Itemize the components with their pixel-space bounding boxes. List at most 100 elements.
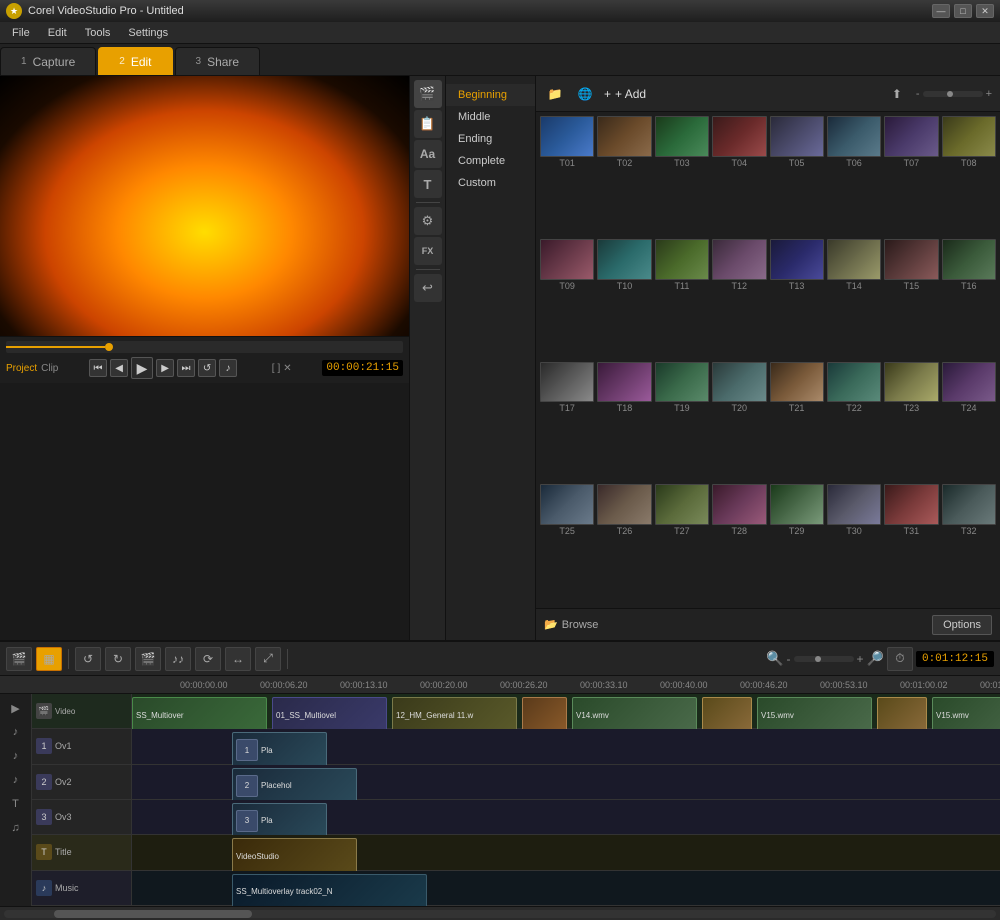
clip-audio-ss[interactable]: SS_Multioverlay track02_N	[232, 874, 427, 906]
scroll-thumb[interactable]	[54, 910, 252, 918]
track-icon-5[interactable]: T	[6, 794, 26, 814]
clip-orange2[interactable]	[702, 697, 752, 733]
thumbnail-t22[interactable]: T22	[827, 362, 881, 482]
nav-beginning[interactable]: Beginning	[446, 84, 535, 106]
tl-time-icon[interactable]: ⏱	[887, 647, 913, 671]
prev-scene[interactable]: ✕	[283, 363, 291, 374]
step-forward-button[interactable]: ▶	[156, 359, 174, 377]
tl-redo-btn[interactable]: ↻	[105, 647, 131, 671]
thumbnail-t23[interactable]: T23	[884, 362, 938, 482]
thumbnail-t30[interactable]: T30	[827, 484, 881, 604]
track-icon-6[interactable]: ♫	[6, 818, 26, 838]
project-label[interactable]: Project	[6, 363, 37, 374]
thumbnail-t12[interactable]: T12	[712, 239, 766, 359]
volume-button[interactable]: ♪	[219, 359, 237, 377]
zoom-out-icon[interactable]: -	[916, 88, 920, 100]
sidebar-titles-icon[interactable]: Aa	[414, 140, 442, 168]
in-marker[interactable]: [	[272, 363, 275, 374]
clip-title-videostudio[interactable]: VideoStudio	[232, 838, 357, 874]
thumbnail-t02[interactable]: T02	[597, 116, 651, 236]
tl-zoom-slider[interactable]	[794, 656, 854, 662]
sidebar-text-icon[interactable]: T	[414, 170, 442, 198]
next-frame-button[interactable]: ⏭	[177, 359, 195, 377]
thumbnail-t16[interactable]: T16	[942, 239, 996, 359]
thumbnail-t29[interactable]: T29	[770, 484, 824, 604]
thumbnail-t17[interactable]: T17	[540, 362, 594, 482]
nav-custom[interactable]: Custom	[446, 172, 535, 194]
sidebar-undo-icon[interactable]: ↩	[414, 274, 442, 302]
zoom-in-icon[interactable]: +	[986, 88, 992, 100]
browse-button[interactable]: 📂 Browse	[544, 618, 598, 631]
menu-settings[interactable]: Settings	[120, 25, 176, 41]
tl-insert-btn[interactable]: 🎬	[135, 647, 161, 671]
thumbnail-t19[interactable]: T19	[655, 362, 709, 482]
add-button[interactable]: + + Add	[604, 87, 646, 101]
clip-v15b[interactable]: V15.wmv	[932, 697, 1000, 733]
thumbnail-t31[interactable]: T31	[884, 484, 938, 604]
close-button[interactable]: ✕	[976, 4, 994, 18]
clip-01-ss[interactable]: 01_SS_Multiovel	[272, 697, 387, 733]
thumbnail-t03[interactable]: T03	[655, 116, 709, 236]
clip-ss-multiover[interactable]: SS_Multiover	[132, 697, 267, 733]
tl-zoom-in-icon[interactable]: 🔎	[867, 650, 884, 667]
thumbnail-t32[interactable]: T32	[942, 484, 996, 604]
tl-undo-btn[interactable]: ↺	[75, 647, 101, 671]
clip-orange3[interactable]	[877, 697, 927, 733]
thumbnail-t24[interactable]: T24	[942, 362, 996, 482]
tl-video-icon[interactable]: 🎬	[6, 647, 32, 671]
nav-ending[interactable]: Ending	[446, 128, 535, 150]
out-marker[interactable]: ]	[278, 363, 281, 374]
globe-icon[interactable]: 🌐	[574, 83, 596, 105]
thumbnail-t11[interactable]: T11	[655, 239, 709, 359]
thumbnail-t20[interactable]: T20	[712, 362, 766, 482]
tab-capture[interactable]: 1 Capture	[0, 47, 96, 75]
nav-middle[interactable]: Middle	[446, 106, 535, 128]
sidebar-media-icon[interactable]: 🎬	[414, 80, 442, 108]
clip-v14[interactable]: V14.wmv	[572, 697, 697, 733]
tab-edit[interactable]: 2 Edit	[98, 47, 172, 75]
import-icon[interactable]: ⬆	[886, 83, 908, 105]
thumbnail-t01[interactable]: T01	[540, 116, 594, 236]
tab-share[interactable]: 3 Share	[175, 47, 261, 75]
tl-audio-btn[interactable]: ♪♪	[165, 647, 191, 671]
clip-12hm[interactable]: 12_HM_General 11.w	[392, 697, 517, 733]
step-back-button[interactable]: ◀	[110, 359, 128, 377]
tl-ripple-btn[interactable]: ⟳	[195, 647, 221, 671]
folder-icon[interactable]: 📁	[544, 83, 566, 105]
clip-ov2-placeholder[interactable]: 2 Placehol	[232, 768, 357, 804]
tl-storyboard-icon[interactable]: ▦	[36, 647, 62, 671]
sidebar-settings-icon[interactable]: ⚙	[414, 207, 442, 235]
minimize-button[interactable]: —	[932, 4, 950, 18]
options-button[interactable]: Options	[932, 615, 992, 635]
track-icon-3[interactable]: ♪	[6, 746, 26, 766]
scrubber-thumb[interactable]	[105, 343, 113, 351]
clip-ov3-pla[interactable]: 3 Pla	[232, 803, 327, 839]
menu-file[interactable]: File	[4, 25, 38, 41]
clip-label[interactable]: Clip	[41, 363, 58, 374]
thumbnail-t26[interactable]: T26	[597, 484, 651, 604]
thumbnail-t09[interactable]: T09	[540, 239, 594, 359]
thumbnail-t04[interactable]: T04	[712, 116, 766, 236]
thumbnail-t28[interactable]: T28	[712, 484, 766, 604]
thumbnail-t21[interactable]: T21	[770, 362, 824, 482]
sidebar-transitions-icon[interactable]: 📋	[414, 110, 442, 138]
menu-edit[interactable]: Edit	[40, 25, 75, 41]
thumbnail-t08[interactable]: T08	[942, 116, 996, 236]
thumbnail-t07[interactable]: T07	[884, 116, 938, 236]
scrubber-bar[interactable]	[6, 341, 403, 353]
tl-fit-btn[interactable]: ↔	[225, 647, 251, 671]
tl-zoom-out-icon[interactable]: 🔍	[766, 650, 783, 667]
thumbnail-t18[interactable]: T18	[597, 362, 651, 482]
prev-frame-button[interactable]: ⏮	[89, 359, 107, 377]
thumbnail-t06[interactable]: T06	[827, 116, 881, 236]
scroll-track[interactable]	[4, 910, 996, 918]
track-icon-2[interactable]: ♪	[6, 722, 26, 742]
thumbnail-t25[interactable]: T25	[540, 484, 594, 604]
tl-zoom-plus[interactable]: +	[857, 652, 864, 666]
thumbnail-t14[interactable]: T14	[827, 239, 881, 359]
zoom-slider[interactable]	[923, 91, 983, 97]
clip-orange1[interactable]	[522, 697, 567, 733]
thumbnail-t05[interactable]: T05	[770, 116, 824, 236]
clip-v15a[interactable]: V15.wmv	[757, 697, 872, 733]
tl-expand-btn[interactable]: ⤢	[255, 647, 281, 671]
